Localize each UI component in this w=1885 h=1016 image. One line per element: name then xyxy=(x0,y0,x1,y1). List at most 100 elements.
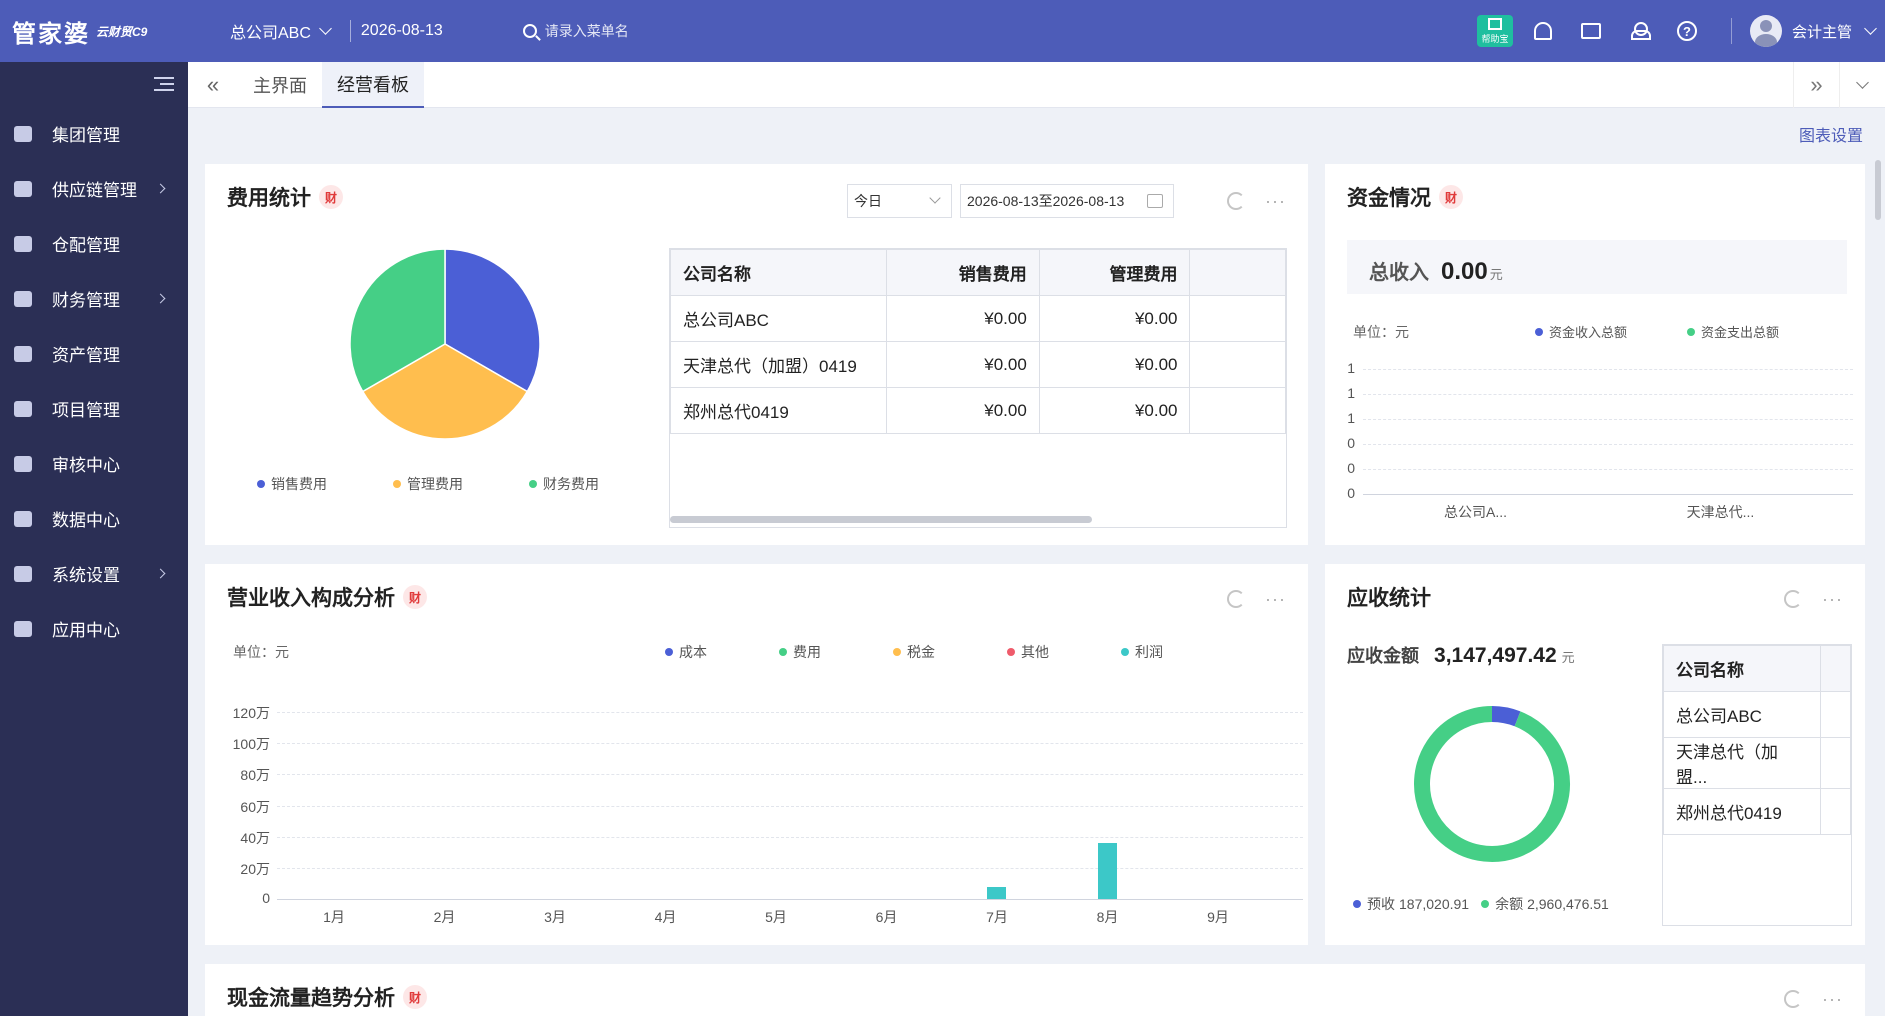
legend-dot xyxy=(257,480,265,488)
user-menu[interactable]: 会计主管 xyxy=(1730,15,1877,47)
finance-badge: 财 xyxy=(319,185,343,209)
help-button[interactable]: ? xyxy=(1663,0,1711,62)
legend-item[interactable]: 余额 2,960,476.51 xyxy=(1481,894,1609,914)
grid-line xyxy=(1363,444,1853,445)
sidebar-item[interactable]: 仓配管理 xyxy=(0,216,188,271)
y-tick-label: 100万 xyxy=(232,736,270,753)
funds-bar-chart: 0 0 0 1 1 1 总公司A... 天津总代... xyxy=(1325,164,1865,545)
cell-company: 天津总代（加盟... xyxy=(1663,737,1822,789)
sidebar-item[interactable]: 集团管理 xyxy=(0,106,188,161)
legend-dot xyxy=(1353,900,1361,908)
sidebar-collapse[interactable] xyxy=(0,62,188,106)
tab-scroll-left-button[interactable]: « xyxy=(188,62,238,108)
sidebar-item[interactable]: 数据中心 xyxy=(0,491,188,546)
y-tick-label: 1 xyxy=(1347,360,1355,376)
legend-item[interactable]: 预收 187,020.91 xyxy=(1353,894,1469,914)
donut-segment[interactable] xyxy=(1491,706,1521,727)
more-icon[interactable]: ··· xyxy=(1822,590,1843,608)
sidebar-item[interactable]: 供应链管理 xyxy=(0,161,188,216)
funds-card: 资金情况 财 总收入 0.00 元 单位：元 资金收入总额 资金支出总额 0001… xyxy=(1325,164,1865,545)
fee-card-title: 费用统计 xyxy=(227,187,311,210)
x-tick-label: 6月 xyxy=(875,909,898,925)
y-tick-label: 60万 xyxy=(240,798,270,815)
chevron-down-icon xyxy=(319,22,332,35)
sidebar-item-label: 系统设置 xyxy=(52,566,120,585)
x-tick-label: 7月 xyxy=(986,909,1008,925)
table-horizontal-scrollbar[interactable] xyxy=(670,516,1092,523)
table-row[interactable]: 总公司ABC xyxy=(1663,691,1851,738)
col-company: 公司名称 xyxy=(1663,645,1822,692)
tab-scroll-right-button[interactable]: » xyxy=(1793,62,1839,108)
chevron-right-icon xyxy=(155,568,166,579)
page-scrollbar[interactable] xyxy=(1875,160,1881,220)
sidebar-item[interactable]: 应用中心 xyxy=(0,601,188,656)
legend-item[interactable]: 管理费用 xyxy=(393,474,463,494)
chevron-down-icon xyxy=(929,192,941,204)
table-row[interactable]: 天津总代（加盟）0419 ¥0.00 ¥0.00 xyxy=(670,341,1286,388)
tab-menu-button[interactable] xyxy=(1839,62,1885,108)
table-row[interactable]: 郑州总代0419 xyxy=(1663,788,1851,835)
refresh-icon[interactable] xyxy=(1784,590,1803,608)
sidebar-item-label: 供应链管理 xyxy=(52,181,137,200)
cell-extra xyxy=(1820,737,1851,789)
table-row[interactable]: 郑州总代0419 ¥0.00 ¥0.00 xyxy=(670,387,1286,434)
top-bar: 管家婆 云财贸C9 总公司ABC 2026-08-13 请录入菜单名 帮助宝 ?… xyxy=(0,0,1885,62)
fee-table: 公司名称 销售费用 管理费用 总公司ABC ¥0.00 ¥0.00 天津总代（加… xyxy=(670,249,1286,434)
legend-item[interactable]: 财务费用 xyxy=(529,474,599,494)
more-icon[interactable]: ··· xyxy=(1822,990,1843,1008)
menu-search[interactable]: 请录入菜单名 xyxy=(522,21,629,41)
legend-item[interactable]: 销售费用 xyxy=(257,474,327,494)
search-input[interactable]: 请录入菜单名 xyxy=(545,21,629,41)
table-row[interactable]: 总公司ABC ¥0.00 ¥0.00 xyxy=(670,295,1286,342)
y-tick-label: 0 xyxy=(1347,485,1355,501)
more-icon[interactable]: ··· xyxy=(1265,192,1286,210)
cell-admin-fee: ¥0.00 xyxy=(1038,387,1191,434)
x-axis-line xyxy=(277,899,1303,900)
company-selector[interactable]: 总公司ABC xyxy=(230,19,332,43)
legend-label: 财务费用 xyxy=(543,476,599,492)
refresh-icon[interactable] xyxy=(1784,990,1803,1008)
sidebar-item[interactable]: 系统设置 xyxy=(0,546,188,601)
cell-extra xyxy=(1820,788,1851,835)
tab-label: 经营看板 xyxy=(337,74,409,95)
refresh-icon[interactable] xyxy=(1227,192,1246,210)
receivable-amount-value: 3,147,497.42 xyxy=(1434,644,1557,667)
message-button[interactable] xyxy=(1567,0,1615,62)
card-title: 现金流量趋势分析 财 xyxy=(227,982,427,1012)
table-header-row: 公司名称 xyxy=(1663,645,1851,692)
y-tick-label: 80万 xyxy=(240,767,270,784)
business-date[interactable]: 2026-08-13 xyxy=(361,22,443,40)
account-button[interactable] xyxy=(1615,0,1663,62)
menu-collapse-icon xyxy=(154,77,174,91)
fee-legend: 销售费用 管理费用 财务费用 xyxy=(257,474,665,494)
alarm-button[interactable] xyxy=(1519,0,1567,62)
sidebar-item[interactable]: 项目管理 xyxy=(0,381,188,436)
sidebar-item[interactable]: 财务管理 xyxy=(0,271,188,326)
cell-company: 郑州总代0419 xyxy=(1663,788,1822,835)
finance-badge: 财 xyxy=(403,985,427,1009)
sidebar-item[interactable]: 资产管理 xyxy=(0,326,188,381)
cell-admin-fee: ¥0.00 xyxy=(1038,295,1191,342)
chart-settings-link[interactable]: 图表设置 xyxy=(1799,122,1863,146)
top-actions: 帮助宝 ? 会计主管 xyxy=(1471,0,1885,62)
donut-segment[interactable] xyxy=(1414,706,1570,862)
table-row[interactable]: 天津总代（加盟... xyxy=(1663,737,1851,789)
y-tick-label: 1 xyxy=(1347,410,1355,426)
grid-line xyxy=(277,867,1303,869)
y-tick-label: 0 xyxy=(1347,460,1355,476)
col-company: 公司名称 xyxy=(670,249,888,296)
x-tick-label: 总公司A... xyxy=(1443,504,1507,520)
app-logo[interactable]: 管家婆 云财贸C9 xyxy=(0,0,190,62)
grid-line xyxy=(1363,369,1853,370)
period-select[interactable]: 今日 xyxy=(847,184,952,218)
tab-dashboard[interactable]: 经营看板 xyxy=(322,61,424,108)
period-value: 今日 xyxy=(854,193,882,209)
date-range-picker[interactable]: 2026-08-13至2026-08-13 xyxy=(960,184,1174,218)
receivable-amount-unit: 元 xyxy=(1561,650,1575,665)
sidebar-item[interactable]: 审核中心 xyxy=(0,436,188,491)
tab-bar: « 主界面 经营看板 » xyxy=(188,61,1885,108)
qr-help-button[interactable]: 帮助宝 xyxy=(1471,0,1519,62)
tab-main[interactable]: 主界面 xyxy=(238,62,322,108)
bar[interactable] xyxy=(987,886,1006,899)
bar[interactable] xyxy=(1097,842,1117,899)
